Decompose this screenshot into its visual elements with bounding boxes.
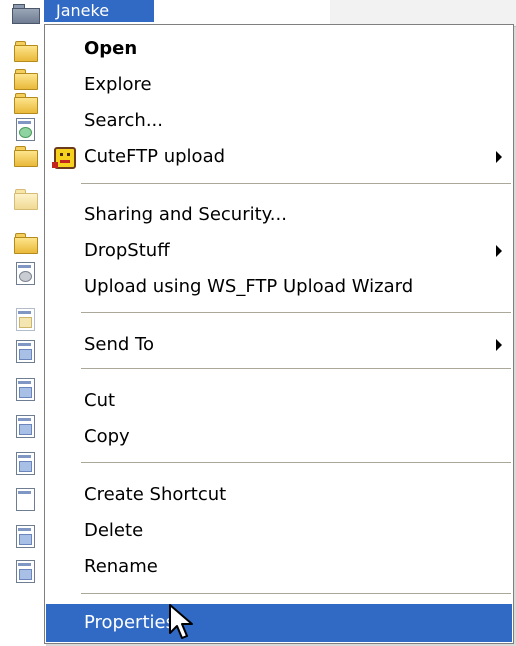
menu-item-cut[interactable]: Cut <box>46 383 512 419</box>
menu-item-dropstuff[interactable]: DropStuff <box>46 233 512 269</box>
menu-item-cuteftp-upload[interactable]: CuteFTP upload <box>46 139 512 175</box>
menu-item-label: Search... <box>84 110 164 131</box>
web-page-icon[interactable] <box>14 415 38 438</box>
menu-item-label: Sharing and Security... <box>84 204 287 225</box>
menu-item-label: Create Shortcut <box>84 484 227 505</box>
menu-separator <box>81 183 511 184</box>
menu-item-label: Properties <box>84 612 175 633</box>
menu-item-create-shortcut[interactable]: Create Shortcut <box>46 477 512 513</box>
context-menu: Open Explore Search... CuteFTP upload Sh… <box>44 24 514 644</box>
menu-item-label: DropStuff <box>84 240 170 261</box>
selected-item-label[interactable]: Janeke <box>44 0 154 22</box>
menu-item-label: Explore <box>84 74 152 95</box>
web-page-icon[interactable] <box>14 452 38 475</box>
submenu-arrow-icon <box>496 151 502 163</box>
window-background-area <box>330 0 516 27</box>
menu-separator <box>81 593 511 594</box>
settings-file-icon[interactable] <box>14 262 38 285</box>
file-icon[interactable] <box>14 488 38 511</box>
menu-item-label: Upload using WS_FTP Upload Wizard <box>84 276 414 297</box>
web-page-icon[interactable] <box>14 340 38 363</box>
menu-separator <box>81 462 511 463</box>
folder-icon[interactable] <box>14 145 38 167</box>
menu-item-explore[interactable]: Explore <box>46 67 512 103</box>
folder-icon[interactable] <box>14 40 38 62</box>
explorer-file-list <box>0 0 48 646</box>
folder-icon[interactable] <box>12 2 40 24</box>
menu-item-label: Copy <box>84 426 130 447</box>
menu-item-properties[interactable]: Properties <box>46 604 512 642</box>
menu-item-label: Send To <box>84 334 155 355</box>
folder-icon[interactable] <box>14 92 38 114</box>
submenu-arrow-icon <box>496 339 502 351</box>
menu-item-label: Delete <box>84 520 144 541</box>
menu-item-label: Rename <box>84 556 158 577</box>
folder-icon[interactable] <box>14 68 38 90</box>
web-page-icon[interactable] <box>14 378 38 401</box>
menu-item-search[interactable]: Search... <box>46 103 512 139</box>
menu-item-upload-ws-ftp[interactable]: Upload using WS_FTP Upload Wizard <box>46 269 512 305</box>
folder-icon[interactable] <box>14 188 38 210</box>
mouse-pointer-icon <box>169 604 193 639</box>
document-icon[interactable] <box>14 118 38 141</box>
document-icon[interactable] <box>14 308 38 331</box>
web-page-icon[interactable] <box>14 560 38 583</box>
submenu-arrow-icon <box>496 245 502 257</box>
menu-item-sharing-and-security[interactable]: Sharing and Security... <box>46 197 512 233</box>
menu-separator <box>81 312 511 313</box>
menu-item-rename[interactable]: Rename <box>46 549 512 585</box>
menu-item-label: Open <box>84 38 138 59</box>
menu-item-label: Cut <box>84 390 116 411</box>
menu-item-delete[interactable]: Delete <box>46 513 512 549</box>
menu-item-open[interactable]: Open <box>46 31 512 67</box>
folder-icon[interactable] <box>14 232 38 254</box>
menu-item-label: CuteFTP upload <box>84 146 226 167</box>
menu-item-copy[interactable]: Copy <box>46 419 512 455</box>
web-page-icon[interactable] <box>14 525 38 548</box>
menu-separator <box>81 368 511 369</box>
menu-item-send-to[interactable]: Send To <box>46 327 512 363</box>
cuteftp-icon <box>52 146 76 169</box>
desktop-stage: Janeke Open Explore Search... CuteFTP up… <box>0 0 516 646</box>
